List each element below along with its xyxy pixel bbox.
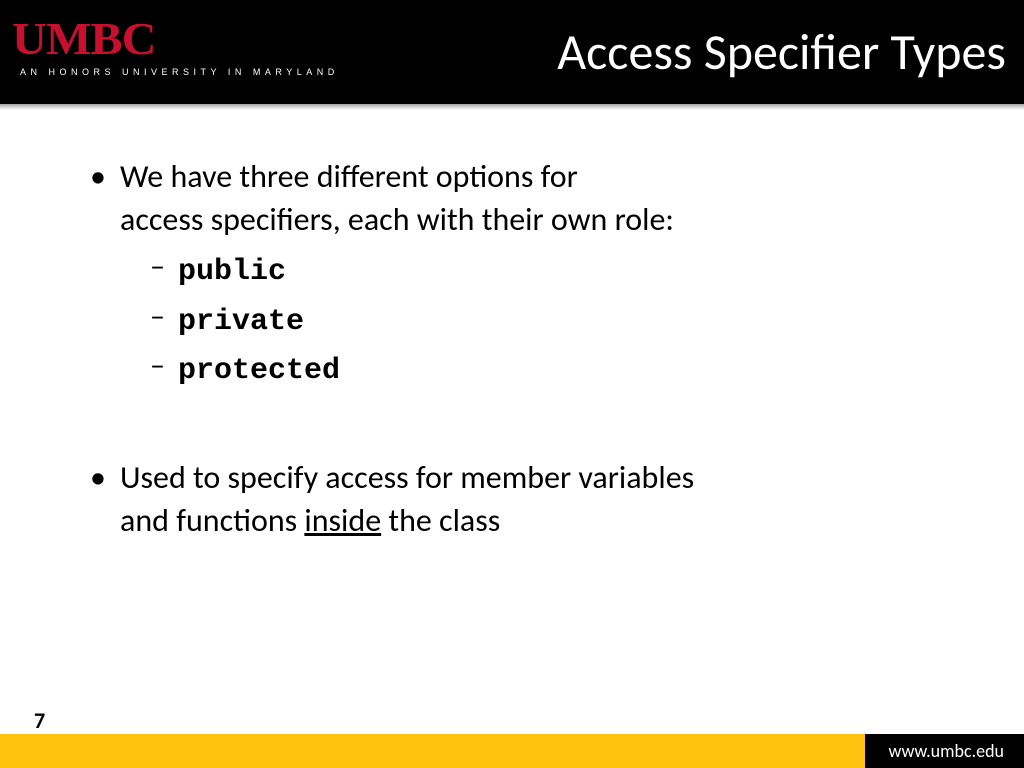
- spacer: [90, 400, 964, 456]
- sub-bullet-list: public private protected: [150, 247, 964, 392]
- slide-title: Access Specifier Types: [557, 22, 1006, 83]
- sub-bullet-protected: protected: [150, 346, 964, 392]
- bullet-2-text-line1: Used to specify access for member variab…: [120, 458, 694, 497]
- bullet-2: Used to specify access for member variab…: [90, 456, 964, 542]
- header-bar: UMBC AN HONORS UNIVERSITY IN MARYLAND Ac…: [0, 0, 1024, 104]
- logo-block: UMBC AN HONORS UNIVERSITY IN MARYLAND: [20, 12, 339, 77]
- code-public: public: [178, 255, 286, 289]
- logo-text: UMBC: [12, 12, 347, 65]
- bullet-2-text-line2a: and functions: [120, 501, 304, 540]
- footer-url: www.umbc.edu: [865, 734, 1024, 768]
- bullet-1-text-line1: We have three different options for: [120, 157, 578, 196]
- bullet-1: We have three different options for acce…: [90, 155, 964, 392]
- bullet-list: We have three different options for acce…: [90, 155, 964, 392]
- content-area: We have three different options for acce…: [90, 155, 964, 550]
- bullet-list-2: Used to specify access for member variab…: [90, 456, 964, 542]
- page-number: 7: [34, 707, 45, 734]
- slide: UMBC AN HONORS UNIVERSITY IN MARYLAND Ac…: [0, 0, 1024, 768]
- code-protected: protected: [178, 354, 340, 388]
- bullet-1-text-line2: access specifiers, each with their own r…: [120, 200, 674, 239]
- bullet-2-underlined: inside: [304, 501, 381, 540]
- sub-bullet-public: public: [150, 247, 964, 293]
- sub-bullet-private: private: [150, 297, 964, 343]
- header-shadow: [0, 104, 1024, 110]
- code-private: private: [178, 305, 304, 339]
- logo-tagline: AN HONORS UNIVERSITY IN MARYLAND: [20, 67, 339, 77]
- bullet-2-text-line2b: the class: [381, 501, 500, 540]
